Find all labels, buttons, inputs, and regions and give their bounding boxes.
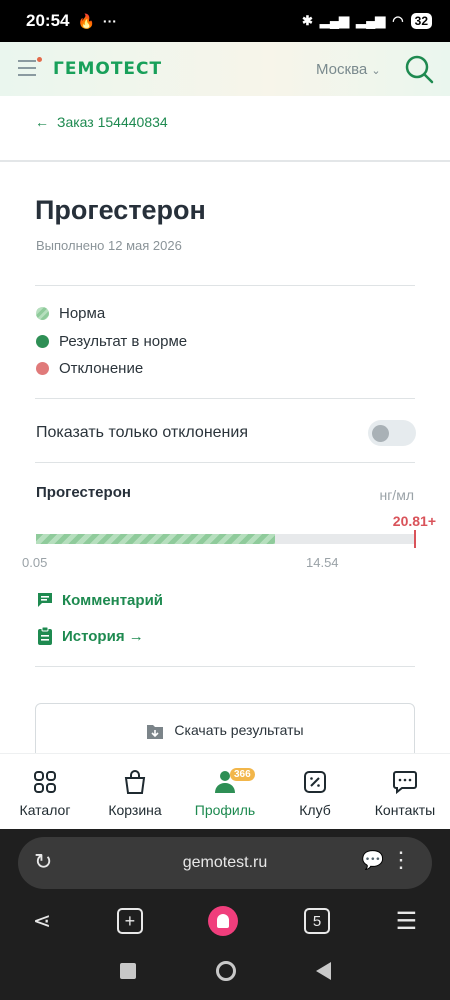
legend-norm: Норма bbox=[36, 305, 105, 322]
divider bbox=[35, 666, 415, 667]
result-value: 20.81+ bbox=[392, 513, 436, 529]
nav-club[interactable]: Клуб bbox=[270, 754, 360, 829]
legend-label: Норма bbox=[59, 305, 106, 322]
city-selector[interactable]: Москва ⌄ bbox=[316, 61, 381, 78]
completed-date: Выполнено 12 мая 2026 bbox=[36, 238, 182, 253]
status-bar: 20:54 🔥 ··· ✱ ▂▄▆ ▂▄▆ ◠ 32 bbox=[0, 0, 450, 42]
divider bbox=[35, 462, 415, 463]
home-icon[interactable] bbox=[215, 961, 236, 981]
assistant-icon[interactable]: 💬 bbox=[362, 850, 384, 871]
back-to-order-link[interactable]: ← Заказ 154440834 bbox=[35, 114, 168, 130]
nav-catalog[interactable]: Каталог bbox=[0, 754, 90, 829]
legend-deviation: Отклонение bbox=[36, 360, 143, 377]
nav-label: Каталог bbox=[19, 802, 71, 818]
nav-contacts[interactable]: Контакты bbox=[360, 754, 450, 829]
filter-label: Показать только отклонения bbox=[36, 424, 248, 441]
bluetooth-icon: ✱ bbox=[301, 13, 313, 28]
history-link[interactable]: История → bbox=[36, 626, 144, 646]
grid-icon bbox=[33, 768, 57, 796]
deviations-filter: Показать только отклонения bbox=[36, 420, 416, 446]
divider bbox=[35, 398, 415, 399]
reload-icon[interactable]: ↻ bbox=[34, 849, 52, 875]
system-navigation bbox=[0, 951, 450, 991]
percent-icon bbox=[303, 768, 327, 796]
browser-chrome: ↻ gemotest.ru 💬 ⋮ ⋖ + 5 ☰ bbox=[0, 829, 450, 1000]
search-icon[interactable] bbox=[404, 54, 434, 84]
deviation-dot-icon bbox=[36, 362, 49, 375]
result-marker bbox=[414, 530, 416, 548]
legend-in-range: Результат в норме bbox=[36, 333, 187, 350]
norm-dot-icon bbox=[36, 307, 49, 320]
comment-label: Комментарий bbox=[62, 591, 164, 609]
bag-icon bbox=[123, 768, 147, 796]
comment-link[interactable]: Комментарий bbox=[36, 591, 163, 609]
download-icon bbox=[147, 725, 164, 739]
divider bbox=[35, 285, 415, 286]
page-title: Прогестерон bbox=[35, 195, 206, 225]
nav-label: Клуб bbox=[299, 802, 331, 818]
hamburger-icon[interactable]: ☰ bbox=[396, 907, 418, 936]
chevron-down-icon: ⌄ bbox=[371, 65, 381, 77]
arrow-left-icon: ← bbox=[35, 114, 49, 130]
menu-icon[interactable] bbox=[18, 57, 42, 81]
battery-indicator: 32 bbox=[410, 13, 432, 29]
in-range-dot-icon bbox=[36, 335, 49, 348]
history-label: История → bbox=[62, 627, 144, 645]
city-label: Москва bbox=[316, 61, 368, 78]
signal-icon: ▂▄▆ bbox=[319, 13, 350, 28]
clipboard-icon bbox=[38, 626, 52, 645]
nav-label: Корзина bbox=[108, 802, 162, 818]
more-vert-icon[interactable]: ⋮ bbox=[390, 847, 412, 873]
nav-label: Профиль bbox=[194, 802, 256, 818]
divider bbox=[0, 160, 450, 162]
nav-profile[interactable]: 366 Профиль bbox=[180, 754, 270, 829]
new-tab-icon[interactable]: + bbox=[116, 908, 143, 934]
reference-range-bar bbox=[36, 530, 416, 548]
legend-label: Отклонение bbox=[59, 360, 144, 377]
norm-range-fill bbox=[36, 534, 275, 544]
wifi-icon: ◠ bbox=[392, 13, 404, 28]
logo[interactable]: ГЕМОТЕСТ bbox=[53, 59, 162, 79]
order-label: Заказ 154440834 bbox=[57, 114, 168, 130]
bottom-navigation: Каталог Корзина 366 Профиль Клуб Контакт… bbox=[0, 753, 450, 829]
status-time: 20:54 bbox=[26, 11, 70, 30]
legend-label: Результат в норме bbox=[59, 333, 188, 350]
tabs-count-icon[interactable]: 5 bbox=[304, 908, 331, 934]
app-header: ГЕМОТЕСТ Москва ⌄ bbox=[0, 42, 450, 96]
chat-icon bbox=[392, 768, 418, 796]
bonus-badge: 366 bbox=[230, 768, 255, 781]
alice-icon[interactable] bbox=[208, 906, 239, 936]
flame-icon: 🔥 bbox=[77, 12, 95, 29]
nav-cart[interactable]: Корзина bbox=[90, 754, 180, 829]
signal-icon-2: ▂▄▆ bbox=[356, 13, 386, 28]
address-bar[interactable]: ↻ gemotest.ru 💬 ⋮ bbox=[18, 837, 432, 889]
share-icon[interactable]: ⋖ bbox=[33, 908, 51, 934]
range-max-label: 14.54 bbox=[306, 555, 339, 570]
url-text: gemotest.ru bbox=[182, 854, 268, 871]
range-min-label: 0.05 bbox=[22, 555, 48, 570]
comment-icon bbox=[38, 593, 52, 607]
result-name: Прогестерон bbox=[36, 484, 131, 501]
deviations-toggle[interactable] bbox=[368, 420, 416, 446]
recents-icon[interactable] bbox=[119, 963, 136, 979]
nav-label: Контакты bbox=[374, 802, 436, 818]
back-icon[interactable] bbox=[315, 962, 331, 980]
browser-toolbar: ⋖ + 5 ☰ bbox=[0, 901, 450, 941]
download-label: Скачать результаты bbox=[174, 722, 304, 738]
result-unit: нг/мл bbox=[379, 487, 414, 503]
more-icon: ··· bbox=[102, 13, 117, 29]
